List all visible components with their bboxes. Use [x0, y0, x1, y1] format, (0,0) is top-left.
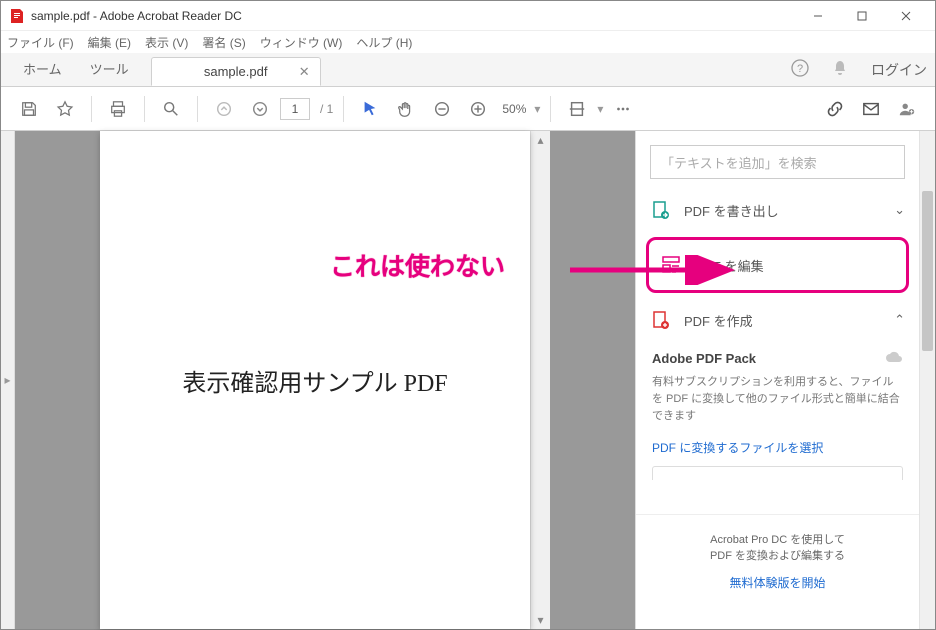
- page-total: / 1: [320, 102, 333, 116]
- tab-home[interactable]: ホーム: [9, 51, 76, 86]
- svg-text:?: ?: [797, 63, 803, 75]
- tool-create-pdf[interactable]: PDF を作成 ⌃: [636, 299, 919, 341]
- tab-document-label: sample.pdf: [204, 64, 268, 79]
- right-panel-scrollbar[interactable]: [919, 131, 935, 629]
- edit-pdf-icon: [661, 254, 683, 276]
- pdf-pack-title: Adobe PDF Pack: [652, 351, 903, 366]
- email-icon[interactable]: [855, 93, 887, 125]
- help-icon[interactable]: ?: [791, 59, 809, 80]
- toolbar: / 1 50% ▾ ▾: [1, 87, 935, 131]
- right-tools-panel: 「テキストを追加」を検索 PDF を書き出し ⌄ PDF を編集 PDF を作成…: [635, 131, 935, 629]
- annotation-callout: これは使わない: [330, 247, 505, 283]
- document-view: 表示確認用サンプル PDF これは使わない ▴ ▾: [15, 131, 635, 629]
- tool-edit-label: PDF を編集: [695, 256, 894, 275]
- page-number-input[interactable]: [280, 98, 310, 120]
- search-icon[interactable]: [155, 93, 187, 125]
- select-file-link[interactable]: PDF に変換するファイルを選択: [652, 441, 823, 455]
- scrollbar-thumb[interactable]: [922, 191, 933, 351]
- window-title: sample.pdf - Adobe Acrobat Reader DC: [31, 9, 797, 23]
- window-titlebar: sample.pdf - Adobe Acrobat Reader DC: [1, 1, 935, 31]
- start-trial-link[interactable]: 無料体験版を開始: [729, 576, 825, 590]
- export-pdf-icon: [650, 199, 672, 221]
- bell-icon[interactable]: [831, 59, 849, 80]
- tools-search-input[interactable]: 「テキストを追加」を検索: [650, 145, 905, 179]
- menu-bar: ファイル (F) 編集 (E) 表示 (V) 署名 (S) ウィンドウ (W) …: [1, 31, 935, 53]
- page-body-text: 表示確認用サンプル PDF: [182, 363, 447, 398]
- menu-view[interactable]: 表示 (V): [145, 34, 188, 51]
- chevron-down-icon: ⌄: [894, 202, 905, 218]
- chevron-up-icon: ⌃: [894, 312, 905, 328]
- create-pdf-icon: [650, 309, 672, 331]
- pdf-pack-section: Adobe PDF Pack 有料サブスクリプションを利用すると、ファイルを P…: [636, 341, 919, 490]
- zoom-in-icon[interactable]: [462, 93, 494, 125]
- tab-bar: ホーム ツール sample.pdf ✕ ? ログイン: [1, 53, 935, 87]
- trial-promo: Acrobat Pro DC を使用して PDF を変換および編集する 無料体験…: [636, 514, 919, 609]
- fit-dropdown-icon[interactable]: ▾: [597, 102, 603, 116]
- zoom-level[interactable]: 50%: [498, 102, 530, 116]
- left-sidebar-toggle[interactable]: ▸: [1, 131, 15, 629]
- more-tools-icon[interactable]: [607, 93, 639, 125]
- menu-edit[interactable]: 編集 (E): [88, 34, 131, 51]
- document-scrollbar[interactable]: ▴ ▾: [530, 131, 550, 629]
- tool-edit-pdf[interactable]: PDF を編集: [646, 237, 909, 293]
- select-arrow-icon[interactable]: [354, 93, 386, 125]
- save-icon[interactable]: [13, 93, 45, 125]
- window-minimize-button[interactable]: [797, 2, 839, 30]
- trial-line2: PDF を変換および編集する: [710, 550, 845, 562]
- zoom-dropdown-icon[interactable]: ▾: [534, 102, 540, 116]
- tool-create-label: PDF を作成: [684, 311, 882, 330]
- page-up-icon[interactable]: [208, 93, 240, 125]
- pdf-pack-desc: 有料サブスクリプションを利用すると、ファイルを PDF に変換して他のファイル形…: [652, 374, 903, 425]
- menu-help[interactable]: ヘルプ (H): [356, 34, 412, 51]
- share-people-icon[interactable]: [891, 93, 923, 125]
- scroll-up-icon[interactable]: ▴: [531, 131, 550, 149]
- window-close-button[interactable]: [885, 2, 927, 30]
- fit-width-icon[interactable]: [561, 93, 593, 125]
- tools-search-placeholder: 「テキストを追加」を検索: [661, 153, 817, 172]
- menu-window[interactable]: ウィンドウ (W): [260, 34, 343, 51]
- page-down-icon[interactable]: [244, 93, 276, 125]
- window-maximize-button[interactable]: [841, 2, 883, 30]
- tab-tools[interactable]: ツール: [76, 51, 143, 86]
- tool-export-pdf[interactable]: PDF を書き出し ⌄: [636, 189, 919, 231]
- zoom-out-icon[interactable]: [426, 93, 458, 125]
- tab-document[interactable]: sample.pdf ✕: [151, 57, 321, 86]
- login-link[interactable]: ログイン: [871, 60, 927, 80]
- cloud-icon: [885, 351, 903, 368]
- menu-sign[interactable]: 署名 (S): [202, 34, 245, 51]
- share-link-icon[interactable]: [819, 93, 851, 125]
- pan-hand-icon[interactable]: [390, 93, 422, 125]
- tool-export-label: PDF を書き出し: [684, 201, 882, 220]
- star-icon[interactable]: [49, 93, 81, 125]
- acrobat-icon: [9, 8, 25, 24]
- scroll-down-icon[interactable]: ▾: [531, 611, 550, 629]
- annotation-text: これは使わない: [330, 247, 505, 283]
- menu-file[interactable]: ファイル (F): [7, 34, 74, 51]
- pdf-page: 表示確認用サンプル PDF これは使わない: [100, 131, 530, 629]
- trial-line1: Acrobat Pro DC を使用して: [710, 534, 845, 546]
- tab-close-icon[interactable]: ✕: [299, 64, 310, 80]
- print-icon[interactable]: [102, 93, 134, 125]
